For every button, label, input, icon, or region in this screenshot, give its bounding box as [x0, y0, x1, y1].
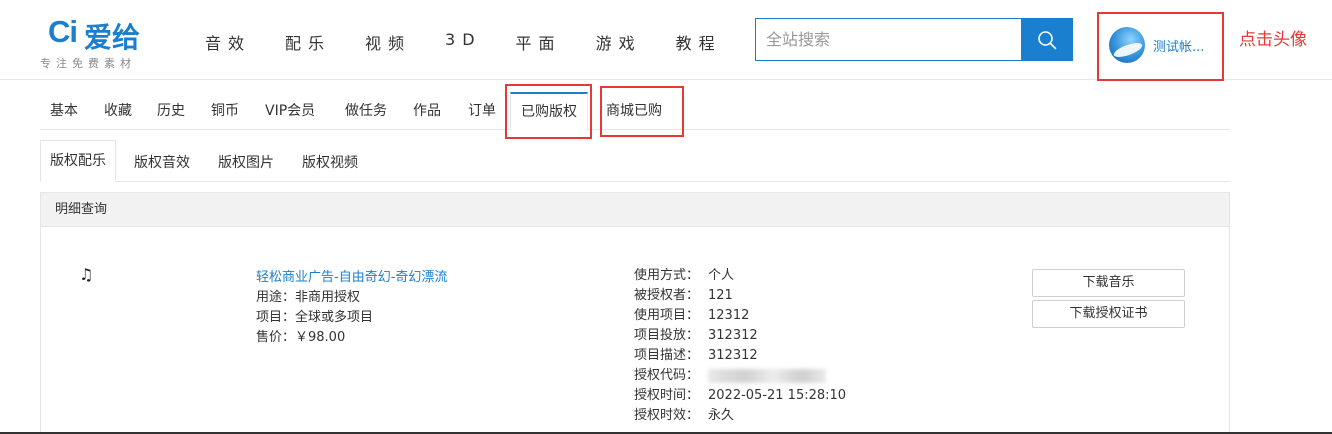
username[interactable]: 测试帐... [1153, 36, 1204, 55]
license-details: 使用方式： 个人 被授权者： 121 使用项目： 12312 项目投放： 312312 … [634, 266, 846, 426]
detail-license-code: 授权代码： [634, 366, 846, 386]
tab-orders[interactable]: 订单 [468, 100, 496, 120]
item-project: 项目：全球或多项目 [256, 310, 374, 325]
panel-title: 明细查询 [41, 193, 1229, 227]
nav-item-music[interactable]: 配乐 [285, 30, 331, 54]
site-header: Ci 爱给 专注免费素材 音效 配乐 视频 3D 平面 游戏 教程 测试帐...… [0, 0, 1332, 81]
tab-copyright-sfx[interactable]: 版权音效 [134, 152, 190, 172]
tab-tasks[interactable]: 做任务 [345, 100, 387, 120]
tab-works[interactable]: 作品 [413, 100, 441, 120]
search-button[interactable] [1021, 19, 1072, 60]
detail-project: 使用项目： 12312 [634, 308, 750, 323]
tab-favorites[interactable]: 收藏 [104, 100, 132, 120]
search-icon [1037, 30, 1056, 49]
track-name-link[interactable]: 轻松商业广告-自由奇幻-奇幻漂流 [256, 268, 447, 288]
detail-description: 项目描述： 312312 [634, 348, 758, 363]
tab-history[interactable]: 历史 [157, 100, 185, 120]
nav-item-tutorial[interactable]: 教程 [676, 30, 722, 54]
user-menu[interactable]: 测试帐... [1097, 12, 1224, 81]
nav-item-game[interactable]: 游戏 [596, 30, 642, 54]
tab-copyright-music[interactable]: 版权配乐 [40, 140, 116, 182]
tab-copyright-videos[interactable]: 版权视频 [302, 152, 358, 172]
detail-license-validity: 授权时效： 永久 [634, 408, 735, 423]
item-price: 售价：￥98.00 [256, 330, 346, 345]
details-panel: 明细查询 ♫ 轻松商业广告-自由奇幻-奇幻漂流 用途：非商用授权 项目：全球或多… [40, 192, 1230, 434]
avatar[interactable] [1109, 27, 1145, 63]
license-code-redacted [708, 368, 826, 383]
tab-coins[interactable]: 铜币 [211, 100, 239, 120]
logo-mark: Ci [48, 14, 78, 49]
main-nav: 音效 配乐 视频 3D 平面 游戏 教程 [205, 30, 756, 54]
detail-license-time: 授权时间： 2022-05-21 15:28:10 [634, 388, 847, 403]
logo-name: 爱给 [84, 21, 141, 54]
copyright-sub-tabs: 版权配乐 版权音效 版权图片 版权视频 [40, 140, 1230, 182]
tab-purchased-copyright[interactable]: 已购版权 [510, 92, 588, 130]
tab-mall-purchased[interactable]: 商城已购 [606, 100, 662, 120]
search-input[interactable] [756, 19, 1021, 60]
item-info: 轻松商业广告-自由奇幻-奇幻漂流 用途：非商用授权 项目：全球或多项目 售价：￥… [256, 268, 447, 348]
download-certificate-button[interactable]: 下载授权证书 [1032, 300, 1185, 328]
detail-usage-mode: 使用方式： 个人 [634, 268, 735, 283]
account-tabs: 基本 收藏 历史 铜币 VIP会员 做任务 作品 订单 已购版权 商城已购 [40, 84, 1230, 130]
detail-placement: 项目投放： 312312 [634, 328, 758, 343]
nav-item-graphic[interactable]: 平面 [516, 30, 562, 54]
detail-licensee: 被授权者： 121 [634, 288, 733, 303]
item-usage: 用途：非商用授权 [256, 290, 361, 305]
tab-vip[interactable]: VIP会员 [265, 100, 315, 120]
tab-copyright-images[interactable]: 版权图片 [218, 152, 274, 172]
music-note-icon: ♫ [79, 265, 94, 284]
nav-item-video[interactable]: 视频 [365, 30, 411, 54]
site-logo[interactable]: Ci 爱给 专注免费素材 [40, 14, 170, 74]
nav-item-sound-effects[interactable]: 音效 [205, 30, 251, 54]
site-search [755, 18, 1073, 61]
tab-basic[interactable]: 基本 [50, 100, 78, 120]
annotation-click-avatar: 点击头像 [1239, 30, 1307, 50]
nav-item-3d[interactable]: 3D [445, 30, 482, 54]
logo-slogan: 专注免费素材 [40, 57, 136, 70]
download-music-button[interactable]: 下载音乐 [1032, 269, 1185, 297]
